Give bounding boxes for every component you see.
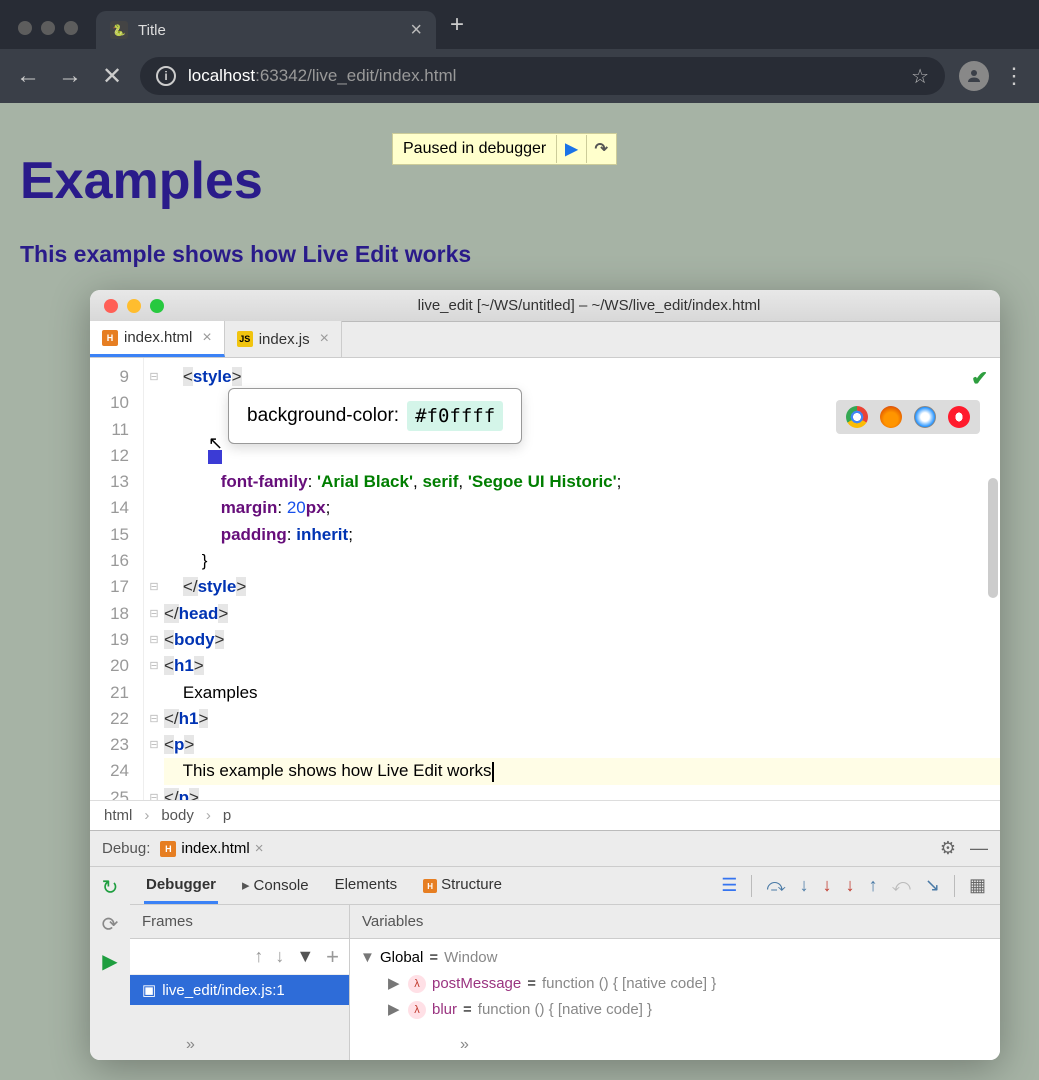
back-icon[interactable]: ← — [14, 62, 42, 90]
frames-tools: ↑ ↓ ▼ + — [130, 939, 349, 975]
bookmark-icon[interactable]: ☆ — [911, 64, 929, 89]
resume-icon[interactable]: ▶ — [102, 949, 117, 974]
next-frame-icon[interactable]: ↓ — [275, 946, 284, 967]
tab-elements[interactable]: Elements — [333, 868, 400, 904]
window-traffic-lights[interactable] — [0, 21, 96, 49]
overflow-icon[interactable]: » — [460, 1036, 469, 1054]
new-tab-button[interactable]: + — [436, 11, 478, 49]
prev-frame-icon[interactable]: ↑ — [254, 946, 263, 967]
close-tab-icon[interactable]: × — [320, 330, 329, 348]
debug-config[interactable]: H index.html × — [160, 840, 263, 857]
info-icon[interactable]: i — [156, 66, 176, 86]
scrollbar-vertical[interactable] — [988, 478, 998, 598]
tab-structure[interactable]: HStructure — [421, 868, 504, 904]
step-over-button[interactable]: ↷ — [586, 135, 616, 163]
favicon: 🐍 — [110, 21, 128, 39]
run-to-cursor-icon[interactable]: ↘ — [925, 875, 940, 896]
close-tab-icon[interactable]: × — [202, 329, 211, 347]
firefox-icon[interactable] — [880, 406, 902, 428]
close-tab-icon[interactable]: × — [410, 19, 422, 42]
evaluate-icon[interactable]: ▦ — [969, 875, 986, 896]
code-area[interactable]: ✔ background-color: #f0ffff ↖ <style> — [164, 358, 1000, 800]
add-icon[interactable]: + — [326, 944, 339, 970]
safari-icon[interactable] — [914, 406, 936, 428]
editor-tabs: H index.html × JS index.js × — [90, 322, 1000, 358]
url-text: localhost:63342/live_edit/index.html — [188, 66, 456, 86]
page-subtitle: This example shows how Live Edit works — [20, 241, 1019, 268]
mouse-cursor: ↖ — [208, 430, 223, 456]
ide-window: live_edit [~/WS/untitled] – ~/WS/live_ed… — [90, 290, 1000, 1060]
paused-text: Paused in debugger — [393, 134, 556, 164]
stop-icon[interactable]: ✕ — [98, 62, 126, 91]
variables-list[interactable]: ▼ Global = Window ▶ λ postMessage = func… — [350, 939, 1000, 1060]
settings-icon[interactable]: ⚙ — [940, 838, 956, 859]
tab-debugger[interactable]: Debugger — [144, 868, 218, 904]
inspection-ok-icon[interactable]: ✔ — [971, 366, 988, 392]
fold-column[interactable]: ⊟⊟⊟⊟⊟⊟⊟⊟ — [144, 358, 164, 800]
stack-frame[interactable]: ▣ live_edit/index.js:1 — [130, 975, 349, 1005]
drop-frame-icon[interactable]: ⤺ — [892, 875, 911, 896]
step-out-icon[interactable]: ↑ — [869, 875, 878, 896]
overflow-icon[interactable]: » — [186, 1036, 195, 1054]
refresh-icon[interactable]: ⟳ — [102, 912, 119, 937]
menu-icon[interactable]: ⋮ — [1003, 63, 1025, 89]
breadcrumb[interactable]: html› body› p — [90, 800, 1000, 830]
ide-max-dot[interactable] — [150, 299, 164, 313]
html-file-icon: H — [102, 330, 118, 346]
ide-titlebar[interactable]: live_edit [~/WS/untitled] – ~/WS/live_ed… — [90, 290, 1000, 322]
tab-index-js[interactable]: JS index.js × — [225, 321, 342, 357]
ide-title-text: live_edit [~/WS/untitled] – ~/WS/live_ed… — [178, 297, 1000, 314]
profile-icon[interactable] — [959, 61, 989, 91]
step-over-icon[interactable]: ⤼ — [766, 875, 785, 896]
max-dot[interactable] — [64, 21, 78, 35]
js-file-icon: JS — [237, 331, 253, 347]
code-editor[interactable]: 910111213141516171819202122232425 ⊟⊟⊟⊟⊟⊟… — [90, 358, 1000, 800]
smart-step-icon[interactable]: ↓ — [846, 875, 855, 896]
ide-close-dot[interactable] — [104, 299, 118, 313]
min-dot[interactable] — [41, 21, 55, 35]
close-dot[interactable] — [18, 21, 32, 35]
resume-button[interactable]: ▶ — [556, 135, 585, 163]
frames-header: Frames — [130, 905, 349, 939]
tab-title: Title — [138, 22, 166, 39]
debug-side-controls: ↻ ⟳ ▶ — [90, 867, 130, 1060]
minimize-icon[interactable]: — — [970, 838, 988, 859]
tab-console[interactable]: ▸Console — [240, 868, 311, 904]
debug-panel: Debug: H index.html × ⚙ — ↻ ⟳ ▶ — [90, 830, 1000, 1060]
ide-min-dot[interactable] — [127, 299, 141, 313]
variables-header: Variables — [350, 905, 1000, 939]
opera-icon[interactable] — [948, 406, 970, 428]
debug-label: Debug: — [102, 840, 150, 857]
line-gutter[interactable]: 910111213141516171819202122232425 — [90, 358, 144, 800]
filter-icon[interactable]: ▼ — [296, 946, 314, 967]
color-tooltip: background-color: #f0ffff — [228, 388, 522, 444]
chrome-icon[interactable] — [846, 406, 868, 428]
paused-banner: Paused in debugger ▶ ↷ — [392, 133, 617, 165]
rerun-icon[interactable]: ↻ — [102, 875, 119, 900]
step-into-icon[interactable]: ↓ — [800, 875, 809, 896]
browser-preview-icons — [836, 400, 980, 434]
tab-index-html[interactable]: H index.html × — [90, 321, 225, 357]
address-bar[interactable]: i localhost:63342/live_edit/index.html ☆ — [140, 57, 945, 95]
forward-icon[interactable]: → — [56, 62, 84, 90]
frame-icon: ▣ — [142, 981, 156, 999]
threads-icon[interactable]: ☰ — [721, 875, 737, 896]
force-step-in-icon[interactable]: ↓ — [823, 875, 832, 896]
browser-tab[interactable]: 🐍 Title × — [96, 11, 436, 49]
